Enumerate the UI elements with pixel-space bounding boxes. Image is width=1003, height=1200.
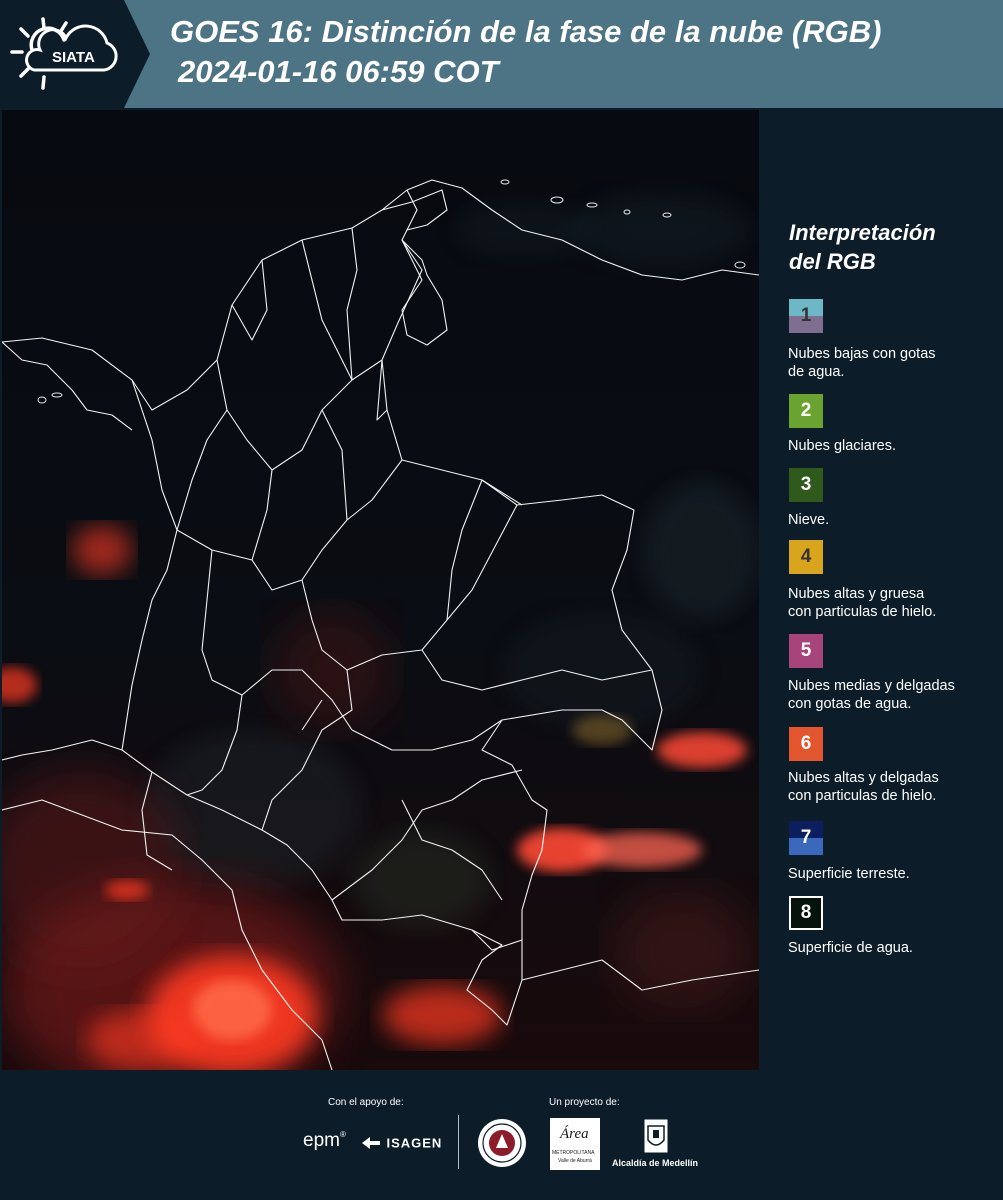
legend-label-2: Nubes glaciares. — [788, 438, 896, 454]
page-subtitle-datetime: 2024-01-16 06:59 COT — [178, 54, 499, 89]
legend-swatch-3: 3 — [789, 468, 823, 502]
satellite-map[interactable] — [2, 110, 759, 1070]
legend-label-8: Superficie de agua. — [788, 940, 913, 956]
legend-label-3: Nieve. — [788, 512, 830, 528]
legend-swatch-7: 7 — [789, 821, 823, 855]
project-label: Un proyecto de: — [549, 1097, 620, 1108]
legend-swatch-1: 1 — [789, 299, 823, 333]
epm-logo-icon: epm® — [303, 1130, 346, 1151]
alcaldia-label: Alcaldía de Medellín — [612, 1158, 699, 1168]
legend-swatch-5: 5 — [789, 634, 823, 668]
header-bar: SIATA GOES 16: Distinción de la fase de … — [0, 0, 1003, 108]
isagen-logo-icon: ISAGEN — [360, 1134, 442, 1152]
alcaldia-medellin-shield-icon — [643, 1118, 669, 1154]
legend-swatch-8: 8 — [789, 896, 823, 930]
area-metropolitana-logo-icon: Área METROPOLITANA Valle de Aburrá — [550, 1118, 600, 1170]
page-title: GOES 16: Distinción de la fase de la nub… — [170, 14, 882, 49]
university-seal-icon — [478, 1119, 526, 1167]
legend-label-6: Nubes altas y delgadas con particulas de… — [788, 770, 939, 804]
map-canvas — [2, 110, 759, 1070]
legend-title: Interpretación del RGB — [789, 218, 989, 276]
footer-sponsors: Con el apoyo de: Un proyecto de: epm® IS… — [0, 1070, 1003, 1200]
legend-label-5: Nubes medias y delgadas con gotas de agu… — [788, 678, 955, 712]
legend-label-1: Nubes bajas con gotas de agua. — [788, 346, 936, 380]
footer-divider — [458, 1115, 459, 1169]
legend-title-line1: Interpretación — [789, 220, 936, 245]
legend-swatch-6: 6 — [789, 727, 823, 761]
support-label: Con el apoyo de: — [328, 1097, 404, 1108]
legend-swatch-4: 4 — [789, 540, 823, 574]
legend-title-line2: del RGB — [789, 249, 876, 274]
legend-label-7: Superficie terreste. — [788, 866, 910, 882]
siata-logo-text: SIATA — [52, 49, 95, 66]
legend-label-4: Nubes altas y gruesa con particulas de h… — [788, 586, 937, 620]
siata-logo-block: SIATA — [0, 0, 150, 108]
rgb-interpretation-legend: Interpretación del RGB 1 Nubes bajas con… — [760, 110, 1003, 1070]
legend-swatch-2: 2 — [789, 394, 823, 428]
